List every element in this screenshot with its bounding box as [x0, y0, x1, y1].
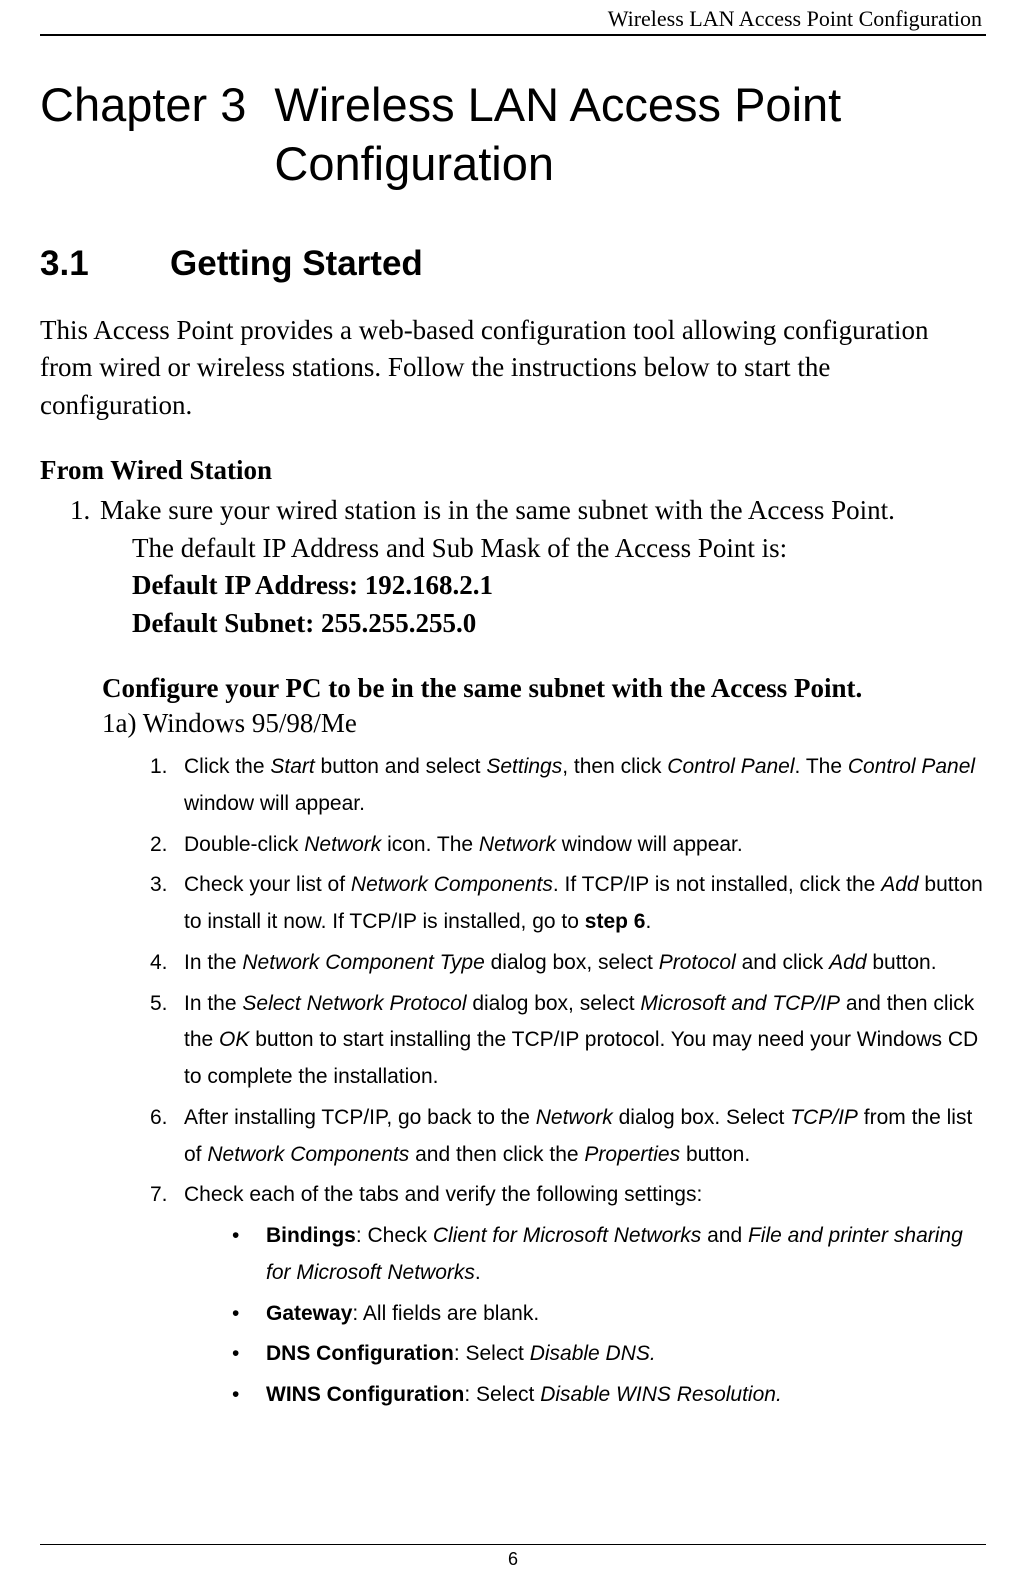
inner-item-5: 5. In the Select Network Protocol dialog… [150, 986, 986, 1096]
default-ip: Default IP Address: 192.168.2.1 [132, 567, 986, 605]
bullet-dot-icon: • [232, 1218, 266, 1292]
inner-num-7: 7. [150, 1177, 184, 1418]
footer-rule [40, 1544, 986, 1545]
inner-num-4: 4. [150, 945, 184, 982]
chapter-name: Wireless LAN Access Point Configuration [274, 76, 986, 194]
inner-list: 1. Click the Start button and select Set… [150, 749, 986, 1418]
inner-num-3: 3. [150, 867, 184, 941]
bullet-list: • Bindings: Check Client for Microsoft N… [232, 1218, 986, 1414]
bullet-text-1: Bindings: Check Client for Microsoft Net… [266, 1218, 986, 1292]
bullet-dot-icon: • [232, 1336, 266, 1373]
chapter-label: Chapter 3 [40, 76, 274, 194]
running-header: Wireless LAN Access Point Configuration [40, 0, 986, 32]
bullet-dot-icon: • [232, 1296, 266, 1333]
inner-item-1: 1. Click the Start button and select Set… [150, 749, 986, 823]
inner-item-7: 7. Check each of the tabs and verify the… [150, 1177, 986, 1418]
outer-list: 1.Make sure your wired station is in the… [70, 492, 986, 643]
section-heading: 3.1 Getting Started [40, 244, 986, 284]
default-subnet: Default Subnet: 255.255.255.0 [132, 605, 986, 643]
section-number: 3.1 [40, 244, 170, 284]
inner-text-1: Click the Start button and select Settin… [184, 749, 986, 823]
inner-item-3: 3. Check your list of Network Components… [150, 867, 986, 941]
intro-paragraph: This Access Point provides a web-based c… [40, 312, 986, 425]
step1-body: The default IP Address and Sub Mask of t… [132, 530, 986, 643]
outer-item-1: 1.Make sure your wired station is in the… [70, 492, 986, 643]
inner-text-6: After installing TCP/IP, go back to the … [184, 1100, 986, 1174]
os-heading: 1a) Windows 95/98/Me [102, 708, 986, 739]
inner-num-1: 1. [150, 749, 184, 823]
bullet-dot-icon: • [232, 1377, 266, 1414]
inner-num-6: 6. [150, 1100, 184, 1174]
bullet-text-4: WINS Configuration: Select Disable WINS … [266, 1377, 986, 1414]
header-rule [40, 34, 986, 36]
bullet-dns: • DNS Configuration: Select Disable DNS. [232, 1336, 986, 1373]
bullet-bindings: • Bindings: Check Client for Microsoft N… [232, 1218, 986, 1292]
inner-num-5: 5. [150, 986, 184, 1096]
inner-text-3: Check your list of Network Components. I… [184, 867, 986, 941]
page-number: 6 [40, 1549, 986, 1570]
chapter-title: Chapter 3 Wireless LAN Access Point Conf… [40, 76, 986, 194]
bullet-gateway: • Gateway: All fields are blank. [232, 1296, 986, 1333]
section-title: Getting Started [170, 244, 423, 284]
configure-pc-heading: Configure your PC to be in the same subn… [102, 673, 986, 704]
step1-line1: Make sure your wired station is in the s… [100, 495, 895, 525]
inner-text-7: Check each of the tabs and verify the fo… [184, 1177, 986, 1418]
inner-num-2: 2. [150, 827, 184, 864]
footer: 6 [40, 1504, 986, 1570]
inner-text-4: In the Network Component Type dialog box… [184, 945, 986, 982]
bullet-wins: • WINS Configuration: Select Disable WIN… [232, 1377, 986, 1414]
inner-item-6: 6. After installing TCP/IP, go back to t… [150, 1100, 986, 1174]
page: Wireless LAN Access Point Configuration … [0, 0, 1026, 1584]
inner-item-4: 4. In the Network Component Type dialog … [150, 945, 986, 982]
inner-text-2: Double-click Network icon. The Network w… [184, 827, 986, 864]
bullet-text-2: Gateway: All fields are blank. [266, 1296, 986, 1333]
step1-line2: The default IP Address and Sub Mask of t… [132, 530, 986, 568]
outer-num-1: 1. [70, 492, 100, 530]
wired-heading: From Wired Station [40, 455, 986, 486]
bullet-text-3: DNS Configuration: Select Disable DNS. [266, 1336, 986, 1373]
inner-item-2: 2. Double-click Network icon. The Networ… [150, 827, 986, 864]
inner-text-5: In the Select Network Protocol dialog bo… [184, 986, 986, 1096]
